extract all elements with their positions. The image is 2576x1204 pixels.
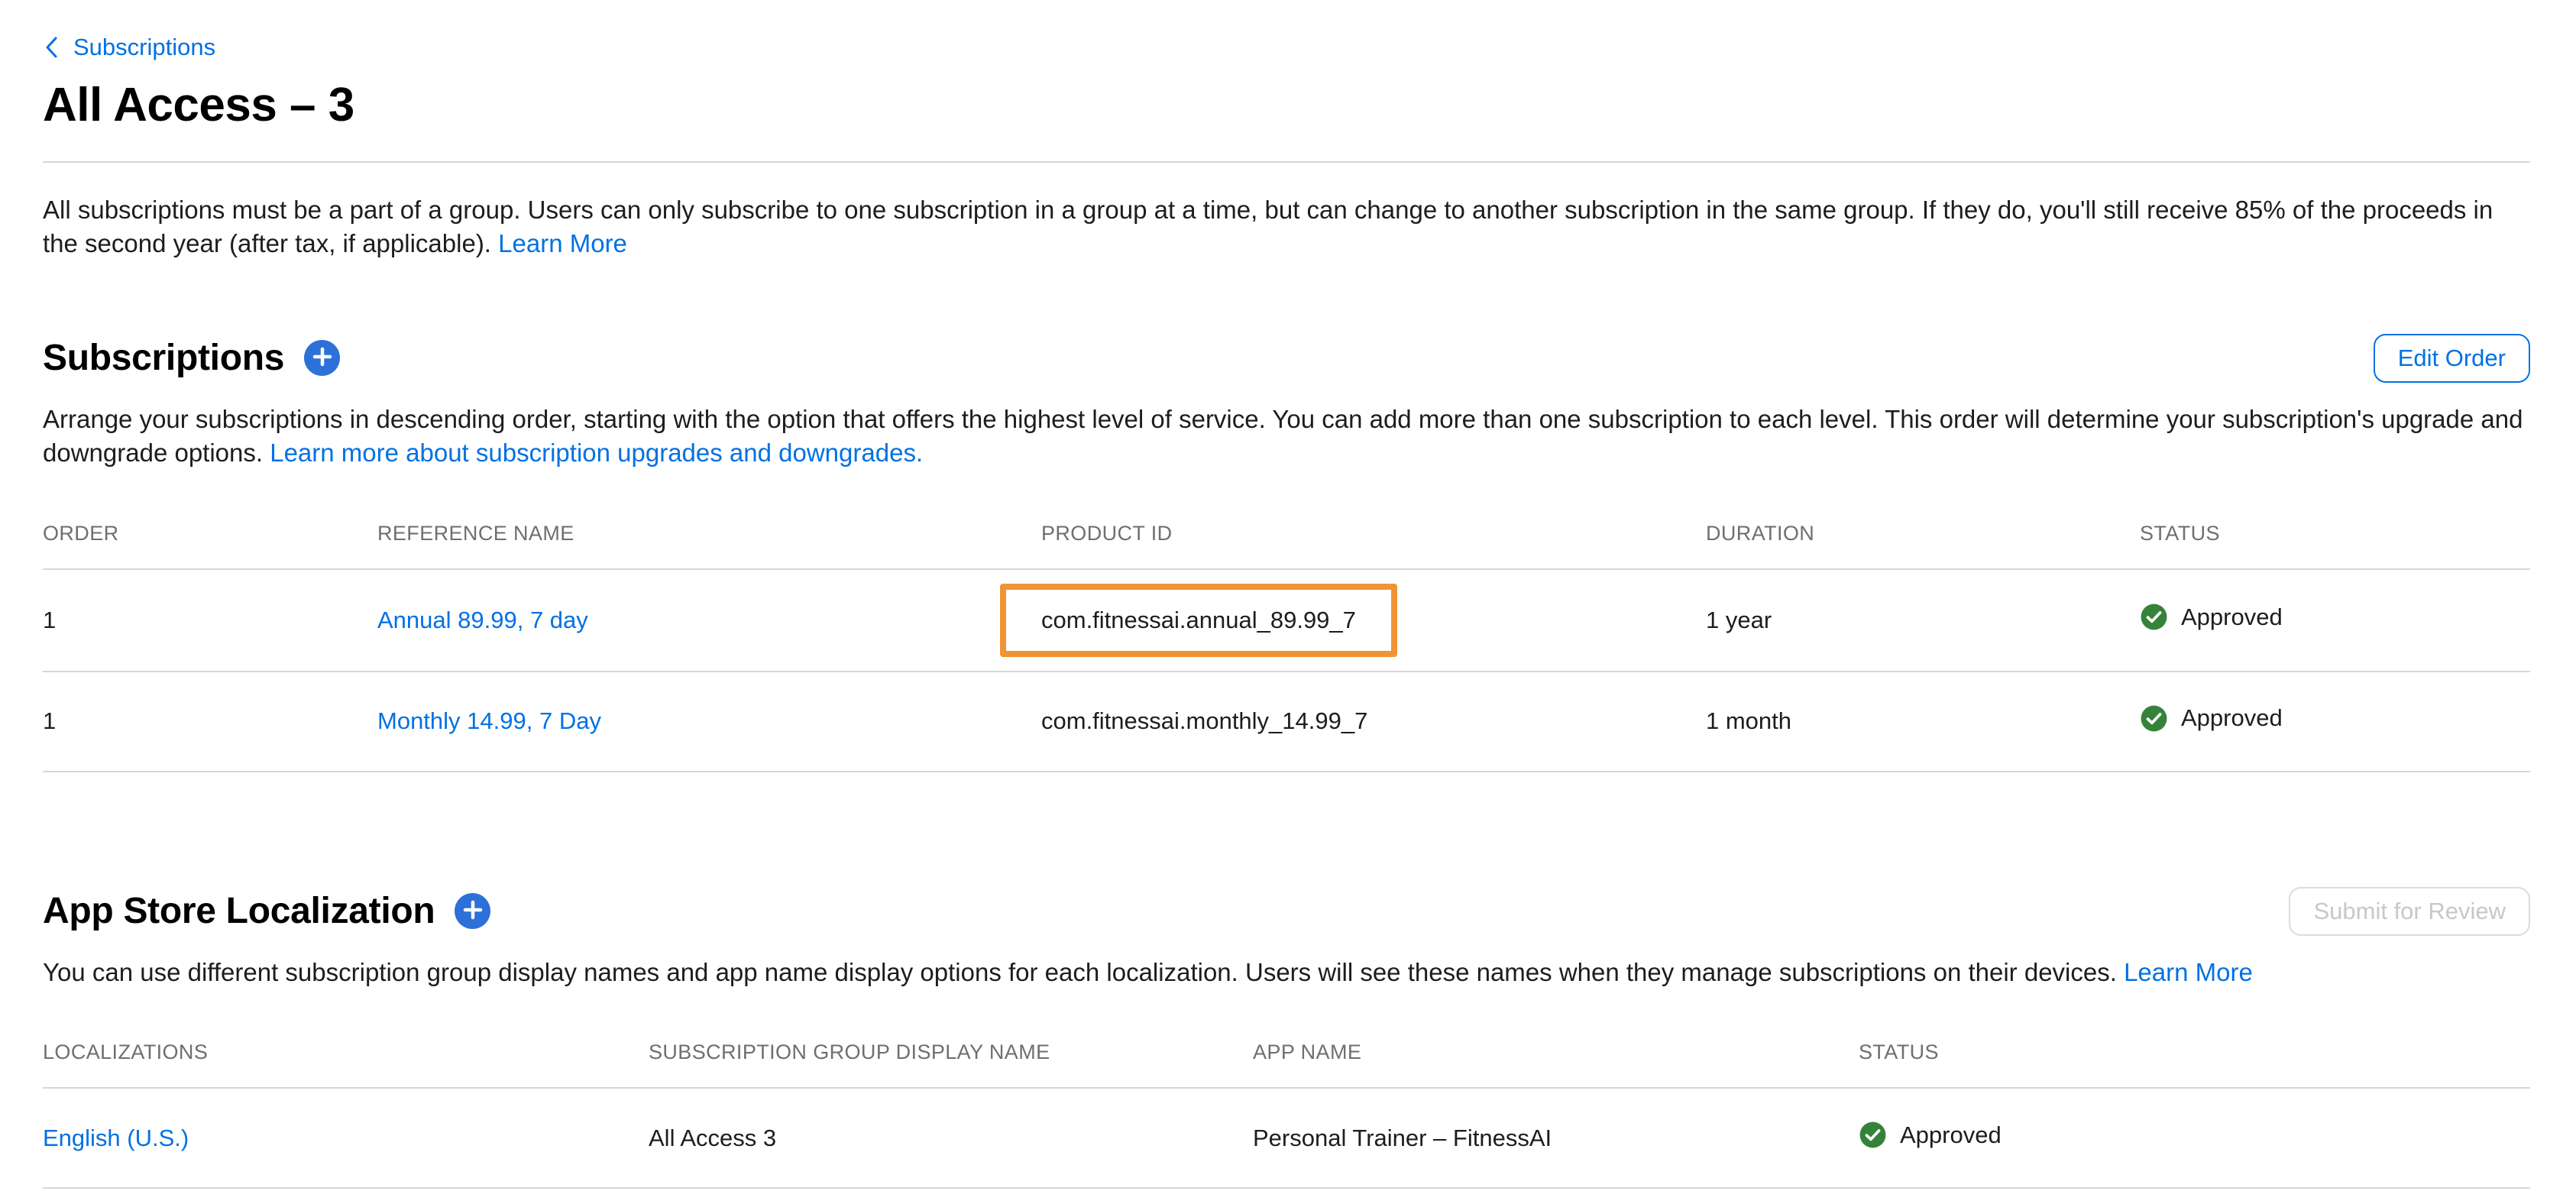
plus-icon — [463, 900, 483, 922]
status-label: Approved — [1900, 1121, 2002, 1149]
subscriptions-section-title: Subscriptions — [43, 337, 284, 379]
approved-check-icon — [1859, 1121, 1887, 1149]
status-label: Approved — [2181, 604, 2283, 631]
chevron-left-icon — [43, 34, 61, 60]
product-id-value: com.fitnessai.annual_89.99_7 — [1041, 607, 1356, 633]
add-subscription-button[interactable] — [304, 340, 340, 376]
page-intro: All subscriptions must be a part of a gr… — [43, 193, 2526, 261]
duration-cell: 1 year — [1706, 569, 2140, 672]
order-cell: 1 — [43, 672, 377, 772]
column-header-reference-name: REFERENCE NAME — [377, 503, 1041, 569]
order-cell: 1 — [43, 569, 377, 672]
title-divider — [43, 161, 2530, 163]
add-localization-button[interactable] — [455, 893, 490, 929]
localization-description-text: You can use different subscription group… — [43, 958, 2117, 986]
approved-check-icon — [2140, 704, 2168, 733]
reference-name-link[interactable]: Monthly 14.99, 7 Day — [377, 707, 601, 734]
status-label: Approved — [2181, 704, 2283, 732]
plus-icon — [312, 347, 332, 369]
status-badge: Approved — [2140, 603, 2283, 631]
subscriptions-table-header-row: ORDER REFERENCE NAME PRODUCT ID DURATION… — [43, 503, 2530, 569]
product-id-highlight-box: com.fitnessai.annual_89.99_7 — [1000, 584, 1397, 657]
column-header-status: STATUS — [1859, 1022, 2530, 1088]
localization-table: LOCALIZATIONS SUBSCRIPTION GROUP DISPLAY… — [43, 1022, 2530, 1189]
localization-table-header-row: LOCALIZATIONS SUBSCRIPTION GROUP DISPLAY… — [43, 1022, 2530, 1088]
table-row: 1 Annual 89.99, 7 day com.fitnessai.annu… — [43, 569, 2530, 672]
column-header-group-display-name: SUBSCRIPTION GROUP DISPLAY NAME — [649, 1022, 1253, 1088]
approved-check-icon — [2140, 603, 2168, 631]
localization-section-header: App Store Localization Submit for Review — [43, 887, 2530, 936]
status-badge: Approved — [1859, 1121, 2002, 1149]
subscription-upgrades-link[interactable]: Learn more about subscription upgrades a… — [270, 439, 923, 467]
subscriptions-table: ORDER REFERENCE NAME PRODUCT ID DURATION… — [43, 503, 2530, 772]
page-title: All Access – 3 — [43, 78, 2530, 132]
duration-cell: 1 month — [1706, 672, 2140, 772]
table-row: English (U.S.) All Access 3 Personal Tra… — [43, 1088, 2530, 1188]
submit-for-review-button[interactable]: Submit for Review — [2289, 887, 2530, 936]
subscriptions-description: Arrange your subscriptions in descending… — [43, 403, 2526, 470]
column-header-order: ORDER — [43, 503, 377, 569]
column-header-status: STATUS — [2140, 503, 2530, 569]
status-badge: Approved — [2140, 704, 2283, 733]
column-header-duration: DURATION — [1706, 503, 2140, 569]
group-display-name-cell: All Access 3 — [649, 1088, 1253, 1188]
breadcrumb-back-link[interactable]: Subscriptions — [43, 34, 215, 61]
intro-text: All subscriptions must be a part of a gr… — [43, 196, 2493, 257]
edit-order-button[interactable]: Edit Order — [2374, 334, 2530, 383]
intro-learn-more-link[interactable]: Learn More — [498, 229, 627, 257]
app-name-cell: Personal Trainer – FitnessAI — [1253, 1088, 1859, 1188]
reference-name-link[interactable]: Annual 89.99, 7 day — [377, 607, 588, 633]
column-header-product-id: PRODUCT ID — [1041, 503, 1706, 569]
breadcrumb-label[interactable]: Subscriptions — [73, 34, 215, 61]
table-row: 1 Monthly 14.99, 7 Day com.fitnessai.mon… — [43, 672, 2530, 772]
product-id-value: com.fitnessai.monthly_14.99_7 — [1041, 672, 1706, 772]
column-header-app-name: APP NAME — [1253, 1022, 1859, 1088]
page-content: Subscriptions All Access – 3 All subscri… — [0, 0, 2576, 1189]
localization-description: You can use different subscription group… — [43, 956, 2526, 989]
localization-learn-more-link[interactable]: Learn More — [2124, 958, 2253, 986]
subscriptions-section-header: Subscriptions Edit Order — [43, 334, 2530, 383]
localization-section-title: App Store Localization — [43, 890, 435, 932]
column-header-localizations: LOCALIZATIONS — [43, 1022, 649, 1088]
localization-link[interactable]: English (U.S.) — [43, 1125, 189, 1151]
